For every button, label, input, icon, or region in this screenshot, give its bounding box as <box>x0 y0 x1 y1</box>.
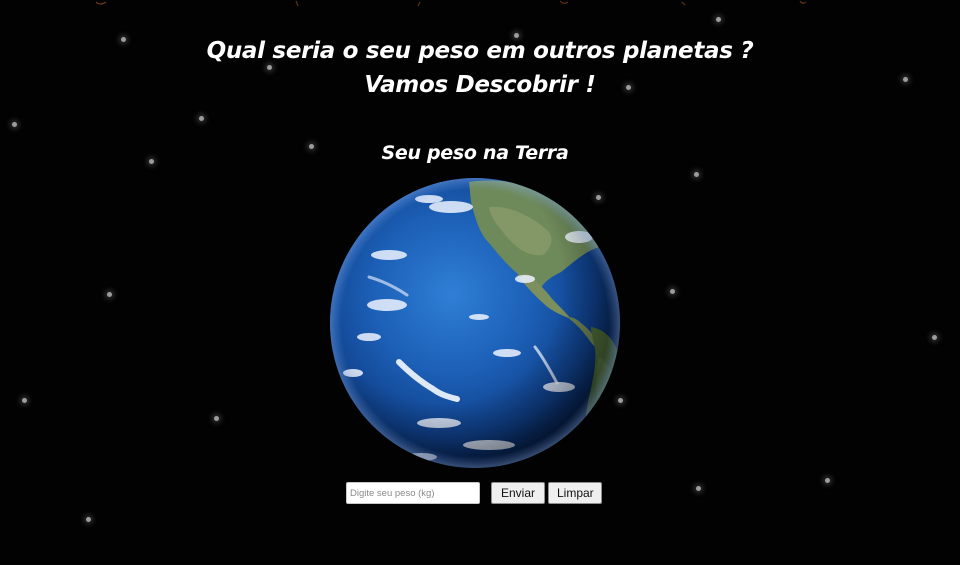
star <box>716 17 721 22</box>
submit-button[interactable]: Enviar <box>491 482 545 504</box>
clear-button[interactable]: Limpar <box>548 482 602 504</box>
star <box>107 292 112 297</box>
planet-label: Seu peso na Terra <box>381 142 569 164</box>
star <box>825 478 830 483</box>
star <box>267 65 272 70</box>
star <box>22 398 27 403</box>
star <box>199 116 204 121</box>
star <box>932 335 937 340</box>
star <box>670 289 675 294</box>
space-background: Qual seria o seu peso em outros planetas… <box>0 0 960 565</box>
star <box>696 486 701 491</box>
page-subtitle: Vamos Descobrir ! <box>364 72 596 98</box>
top-decoration <box>95 0 807 7</box>
star <box>694 172 699 177</box>
star <box>86 517 91 522</box>
star <box>12 122 17 127</box>
weight-input[interactable] <box>346 482 480 504</box>
earth-image <box>329 177 621 469</box>
star <box>214 416 219 421</box>
page-title: Qual seria o seu peso em outros planetas… <box>206 38 754 64</box>
